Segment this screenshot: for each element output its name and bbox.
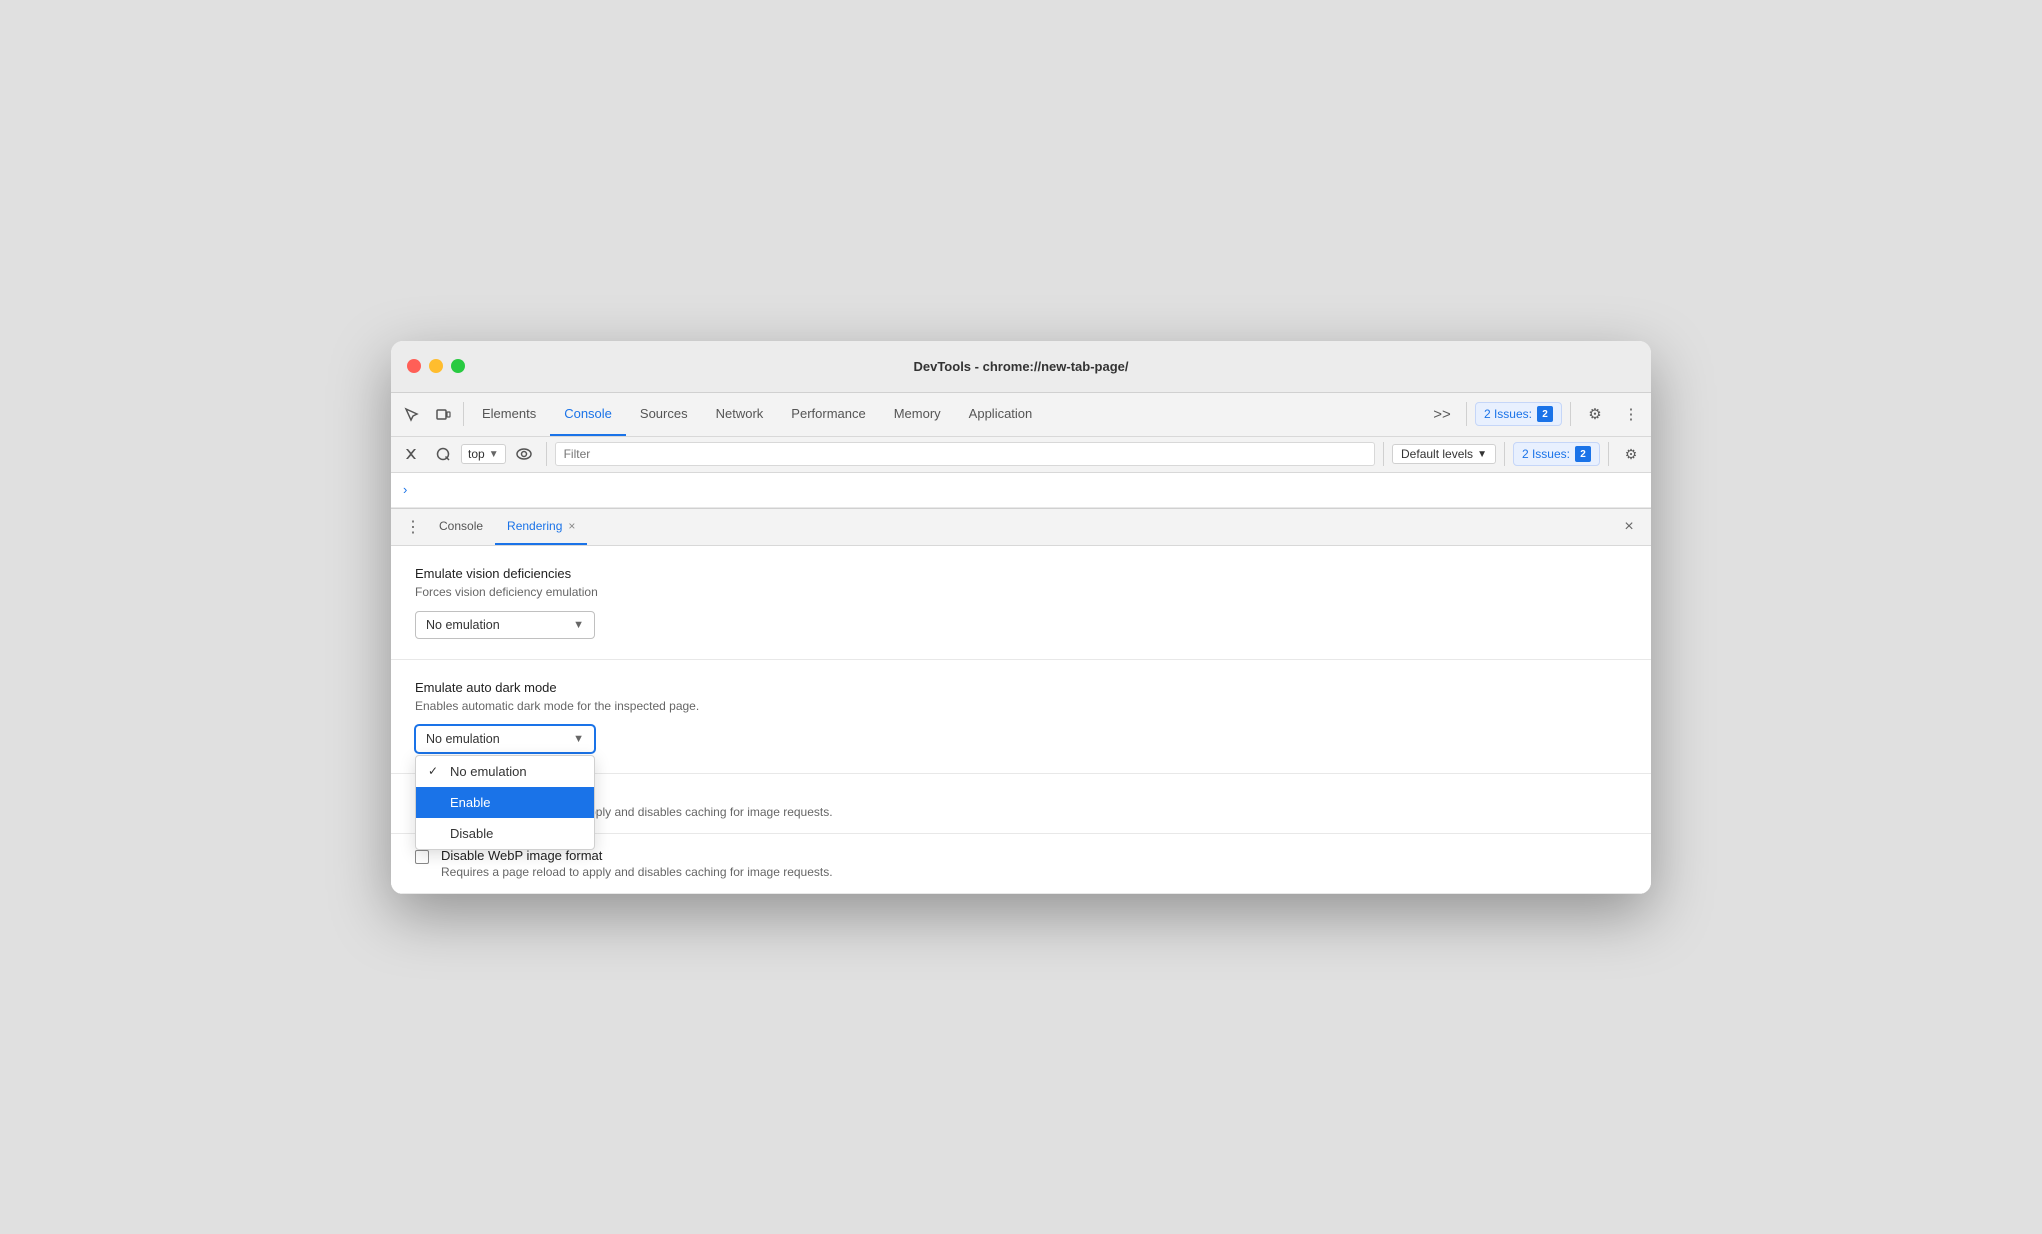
- dark-mode-dropdown-arrow-icon: ▼: [573, 733, 584, 745]
- filter-input[interactable]: [555, 442, 1375, 466]
- dropdown-item-no-emulation[interactable]: ✓ No emulation: [416, 756, 594, 787]
- clear-console-button[interactable]: [397, 440, 425, 468]
- avif-desc: Requires a page reload to apply and disa…: [441, 805, 1627, 819]
- avif-title: Disable AVIF image format: [441, 788, 1627, 803]
- device-toolbar-button[interactable]: [427, 398, 459, 430]
- vision-deficiencies-desc: Forces vision deficiency emulation: [415, 585, 1627, 599]
- tab-network[interactable]: Network: [702, 392, 778, 436]
- drawer: ⋮ Console Rendering × × Emulate vision d…: [391, 508, 1651, 894]
- checkmark-icon: ✓: [428, 764, 442, 778]
- traffic-lights: [407, 359, 465, 373]
- tab-application[interactable]: Application: [955, 392, 1047, 436]
- minimize-button[interactable]: [429, 359, 443, 373]
- drawer-tab-console[interactable]: Console: [427, 509, 495, 545]
- toolbar-divider-3: [1570, 402, 1571, 426]
- main-toolbar: Elements Console Sources Network Perform…: [391, 393, 1651, 437]
- close-button[interactable]: [407, 359, 421, 373]
- vision-deficiencies-title: Emulate vision deficiencies: [415, 566, 1627, 581]
- inspect-element-button[interactable]: [395, 398, 427, 430]
- tab-elements[interactable]: Elements: [468, 392, 550, 436]
- console-settings-button[interactable]: ⚙: [1617, 440, 1645, 468]
- vision-deficiencies-dropdown[interactable]: No emulation ▼: [415, 611, 595, 639]
- auto-dark-mode-section: Emulate auto dark mode Enables automatic…: [391, 660, 1651, 774]
- console-toolbar: top ▼ Default levels ▼ 2 Issues: 2 ⚙: [391, 437, 1651, 473]
- console-issues-button[interactable]: 2 Issues: 2: [1513, 442, 1600, 466]
- more-tabs-button[interactable]: >>: [1426, 398, 1458, 430]
- dropdown-item-disable[interactable]: Disable: [416, 818, 594, 849]
- auto-dark-mode-desc: Enables automatic dark mode for the insp…: [415, 699, 1627, 713]
- rendering-tab-close[interactable]: ×: [568, 519, 575, 533]
- levels-arrow-icon: ▼: [1477, 449, 1487, 460]
- issues-label: 2 Issues:: [1484, 407, 1532, 421]
- drawer-tab-rendering[interactable]: Rendering ×: [495, 509, 587, 545]
- maximize-button[interactable]: [451, 359, 465, 373]
- auto-dark-mode-title: Emulate auto dark mode: [415, 680, 1627, 695]
- vision-deficiencies-section: Emulate vision deficiencies Forces visio…: [391, 546, 1651, 660]
- dropdown-item-enable[interactable]: Enable: [416, 787, 594, 818]
- webp-label-group: Disable WebP image format Requires a pag…: [441, 848, 1627, 879]
- toolbar-divider: [463, 402, 464, 426]
- tab-performance[interactable]: Performance: [777, 392, 879, 436]
- context-arrow-icon: ▼: [489, 449, 499, 460]
- main-tabs: Elements Console Sources Network Perform…: [468, 392, 1426, 436]
- tab-sources[interactable]: Sources: [626, 392, 702, 436]
- filter-button[interactable]: [429, 440, 457, 468]
- window-title: DevTools - chrome://new-tab-page/: [913, 359, 1128, 374]
- drawer-close-button[interactable]: ×: [1615, 513, 1643, 541]
- console-divider: [546, 442, 547, 466]
- issues-count-badge: 2: [1537, 406, 1553, 422]
- console-divider-4: [1608, 442, 1609, 466]
- vision-dropdown-arrow-icon: ▼: [573, 619, 584, 631]
- eye-button[interactable]: [510, 440, 538, 468]
- auto-dark-mode-menu: ✓ No emulation Enable Disable: [415, 755, 595, 850]
- console-divider-2: [1383, 442, 1384, 466]
- rendering-content: Emulate vision deficiencies Forces visio…: [391, 546, 1651, 894]
- levels-dropdown[interactable]: Default levels ▼: [1392, 444, 1496, 464]
- title-bar: DevTools - chrome://new-tab-page/: [391, 341, 1651, 393]
- console-divider-3: [1504, 442, 1505, 466]
- customize-button[interactable]: ⋮: [1615, 398, 1647, 430]
- auto-dark-mode-dropdown[interactable]: No emulation ▼: [415, 725, 595, 753]
- tab-memory[interactable]: Memory: [880, 392, 955, 436]
- avif-label-group: Disable AVIF image format Requires a pag…: [441, 788, 1627, 819]
- drawer-tabs: ⋮ Console Rendering × ×: [391, 509, 1651, 546]
- webp-checkbox[interactable]: [415, 850, 429, 864]
- drawer-menu-button[interactable]: ⋮: [399, 509, 427, 545]
- console-issues-badge: 2: [1575, 446, 1591, 462]
- console-area: ›: [391, 473, 1651, 508]
- devtools-window: DevTools - chrome://new-tab-page/ Elemen…: [391, 341, 1651, 894]
- toolbar-right: >> 2 Issues: 2 ⚙ ⋮: [1426, 398, 1647, 430]
- console-prompt[interactable]: ›: [403, 482, 407, 497]
- webp-title: Disable WebP image format: [441, 848, 1627, 863]
- webp-desc: Requires a page reload to apply and disa…: [441, 865, 1627, 879]
- settings-button[interactable]: ⚙: [1579, 398, 1611, 430]
- context-selector[interactable]: top ▼: [461, 444, 506, 464]
- tab-console[interactable]: Console: [550, 392, 626, 436]
- toolbar-divider-2: [1466, 402, 1467, 426]
- issues-button[interactable]: 2 Issues: 2: [1475, 402, 1562, 426]
